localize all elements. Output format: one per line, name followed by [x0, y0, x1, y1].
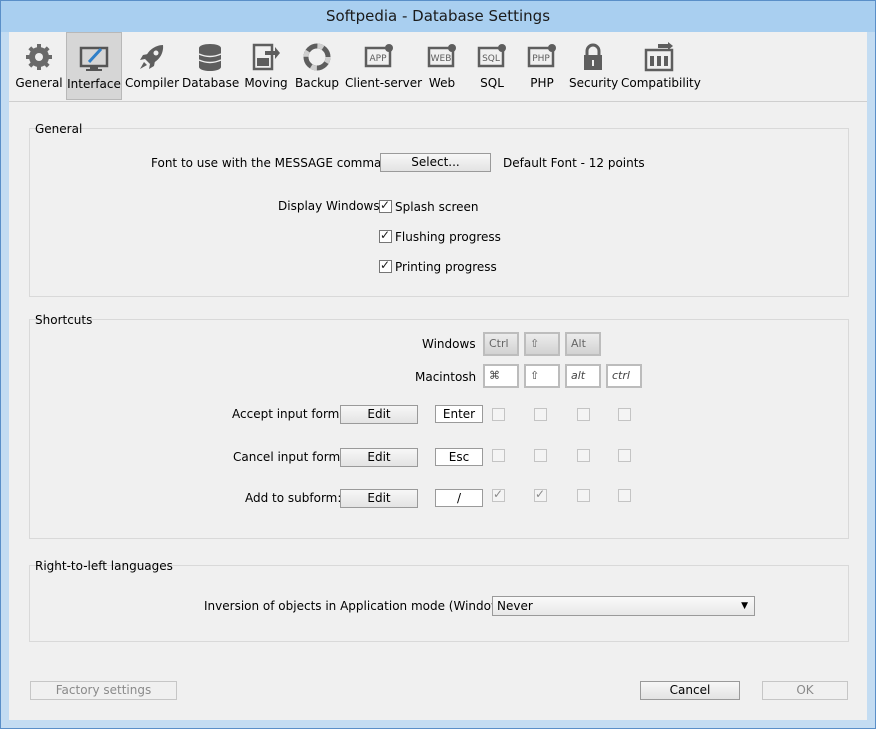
option-key: alt — [565, 364, 601, 388]
accept-key-field[interactable]: Enter — [435, 405, 483, 423]
splash-screen-label: Splash screen — [395, 200, 479, 214]
tab-label: General — [15, 76, 63, 90]
alt-key: Alt — [565, 332, 601, 356]
php-icon: PHP — [527, 44, 556, 68]
subform-shift-checkbox[interactable] — [534, 487, 547, 502]
app-icon-text: APP — [369, 54, 387, 64]
tab-database[interactable]: Database — [182, 32, 240, 100]
tab-label: Web — [428, 76, 456, 90]
settings-toolbar: General Interface Compiler Database Movi… — [9, 32, 867, 102]
lifebuoy-icon — [303, 43, 331, 71]
title-bar[interactable]: Softpedia - Database Settings — [1, 1, 875, 32]
flushing-progress-label: Flushing progress — [395, 230, 501, 244]
ctrl-key: Ctrl — [483, 332, 519, 356]
select-font-button[interactable]: Select... — [380, 153, 491, 172]
tab-compiler[interactable]: Compiler — [124, 32, 180, 100]
cancel-ctrl-checkbox[interactable] — [492, 449, 505, 462]
shift-key: ⇧ — [524, 332, 560, 356]
tab-web[interactable]: WEB Web — [418, 32, 466, 100]
database-icon — [198, 44, 222, 71]
cancel-button[interactable]: Cancel — [640, 681, 740, 700]
rtl-group-title: Right-to-left languages — [35, 559, 173, 573]
compatibility-icon — [644, 42, 674, 72]
subform-key-field[interactable]: / — [435, 489, 483, 507]
inversion-value: Never — [497, 599, 533, 613]
tab-sql[interactable]: SQL SQL — [468, 32, 516, 100]
app-icon: APP — [364, 44, 393, 68]
tab-label: Interface — [67, 77, 121, 91]
factory-settings-button[interactable]: Factory settings — [30, 681, 177, 700]
tab-label: SQL — [480, 76, 504, 90]
printing-progress-checkbox[interactable] — [379, 258, 392, 273]
cancel-alt-checkbox[interactable] — [577, 449, 590, 462]
tab-security[interactable]: Security — [569, 32, 619, 100]
tab-label: Security — [569, 76, 619, 90]
accept-ctrl-checkbox[interactable] — [492, 408, 505, 421]
subform-edit-button[interactable]: Edit — [340, 489, 418, 508]
settings-dialog: General Interface Compiler Database Movi… — [9, 32, 867, 720]
tab-backup[interactable]: Backup — [292, 32, 342, 100]
printing-progress-label: Printing progress — [395, 260, 497, 274]
tab-php[interactable]: PHP PHP — [518, 32, 566, 100]
accept-edit-button[interactable]: Edit — [340, 405, 418, 424]
tab-general[interactable]: General — [11, 32, 67, 100]
tab-label: Backup — [295, 76, 339, 90]
font-label: Font to use with the MESSAGE command: — [151, 156, 401, 170]
tab-interface[interactable]: Interface — [66, 32, 122, 100]
cancel-shift-checkbox[interactable] — [534, 449, 547, 462]
rocket-icon — [140, 45, 164, 69]
add-to-subform-label: Add to subform: — [245, 491, 342, 505]
inversion-label: Inversion of objects in Application mode… — [204, 599, 516, 613]
tab-client-server[interactable]: APP Client-server — [345, 32, 423, 100]
tab-label: Database — [182, 76, 240, 90]
mac-shift-key: ⇧ — [524, 364, 560, 388]
cancel-input-form-label: Cancel input form: — [233, 450, 345, 464]
web-icon-text: WEB — [431, 54, 452, 64]
cancel-ctrl2-checkbox[interactable] — [618, 449, 631, 462]
subform-ctrl2-checkbox[interactable] — [618, 489, 631, 502]
tab-label: Moving — [244, 76, 288, 90]
subform-alt-checkbox[interactable] — [577, 489, 590, 502]
chevron-down-icon: ▼ — [741, 601, 748, 611]
lock-icon — [584, 43, 602, 70]
sql-icon-text: SQL — [482, 54, 500, 64]
command-key: ⌘ — [483, 364, 519, 388]
tab-compatibility[interactable]: Compatibility — [621, 32, 701, 100]
accept-ctrl2-checkbox[interactable] — [618, 408, 631, 421]
gear-icon — [26, 44, 52, 70]
box-arrow-icon — [252, 43, 280, 71]
tab-label: Client-server — [345, 76, 423, 90]
tab-label: PHP — [530, 76, 554, 90]
tab-moving[interactable]: Moving — [238, 32, 294, 100]
macintosh-label: Macintosh — [415, 370, 477, 384]
mac-ctrl-key: ctrl — [606, 364, 642, 388]
web-icon: WEB — [427, 44, 456, 68]
shortcuts-group-title: Shortcuts — [35, 313, 93, 327]
inversion-select[interactable]: Never ▼ — [492, 596, 755, 616]
app-window: Softpedia - Database Settings General In… — [0, 0, 876, 729]
tab-label: Compatibility — [621, 76, 701, 90]
flushing-progress-checkbox[interactable] — [379, 228, 392, 243]
accept-shift-checkbox[interactable] — [534, 408, 547, 421]
monitor-pencil-icon — [79, 46, 109, 71]
window-title: Softpedia - Database Settings — [325, 7, 551, 25]
subform-ctrl-checkbox[interactable] — [492, 487, 505, 502]
general-group-title: General — [35, 122, 83, 136]
php-icon-text: PHP — [532, 54, 550, 64]
tab-label: Compiler — [124, 76, 179, 90]
font-value: Default Font - 12 points — [503, 156, 645, 170]
cancel-key-field[interactable]: Esc — [435, 448, 483, 466]
windows-label: Windows — [422, 337, 476, 351]
display-windows-label: Display Windows: — [278, 199, 384, 213]
splash-screen-checkbox[interactable] — [379, 198, 392, 213]
accept-input-form-label: Accept input form: — [232, 407, 344, 421]
cancel-edit-button[interactable]: Edit — [340, 448, 418, 467]
accept-alt-checkbox[interactable] — [577, 408, 590, 421]
ok-button[interactable]: OK — [762, 681, 848, 700]
sql-icon: SQL — [477, 44, 506, 68]
